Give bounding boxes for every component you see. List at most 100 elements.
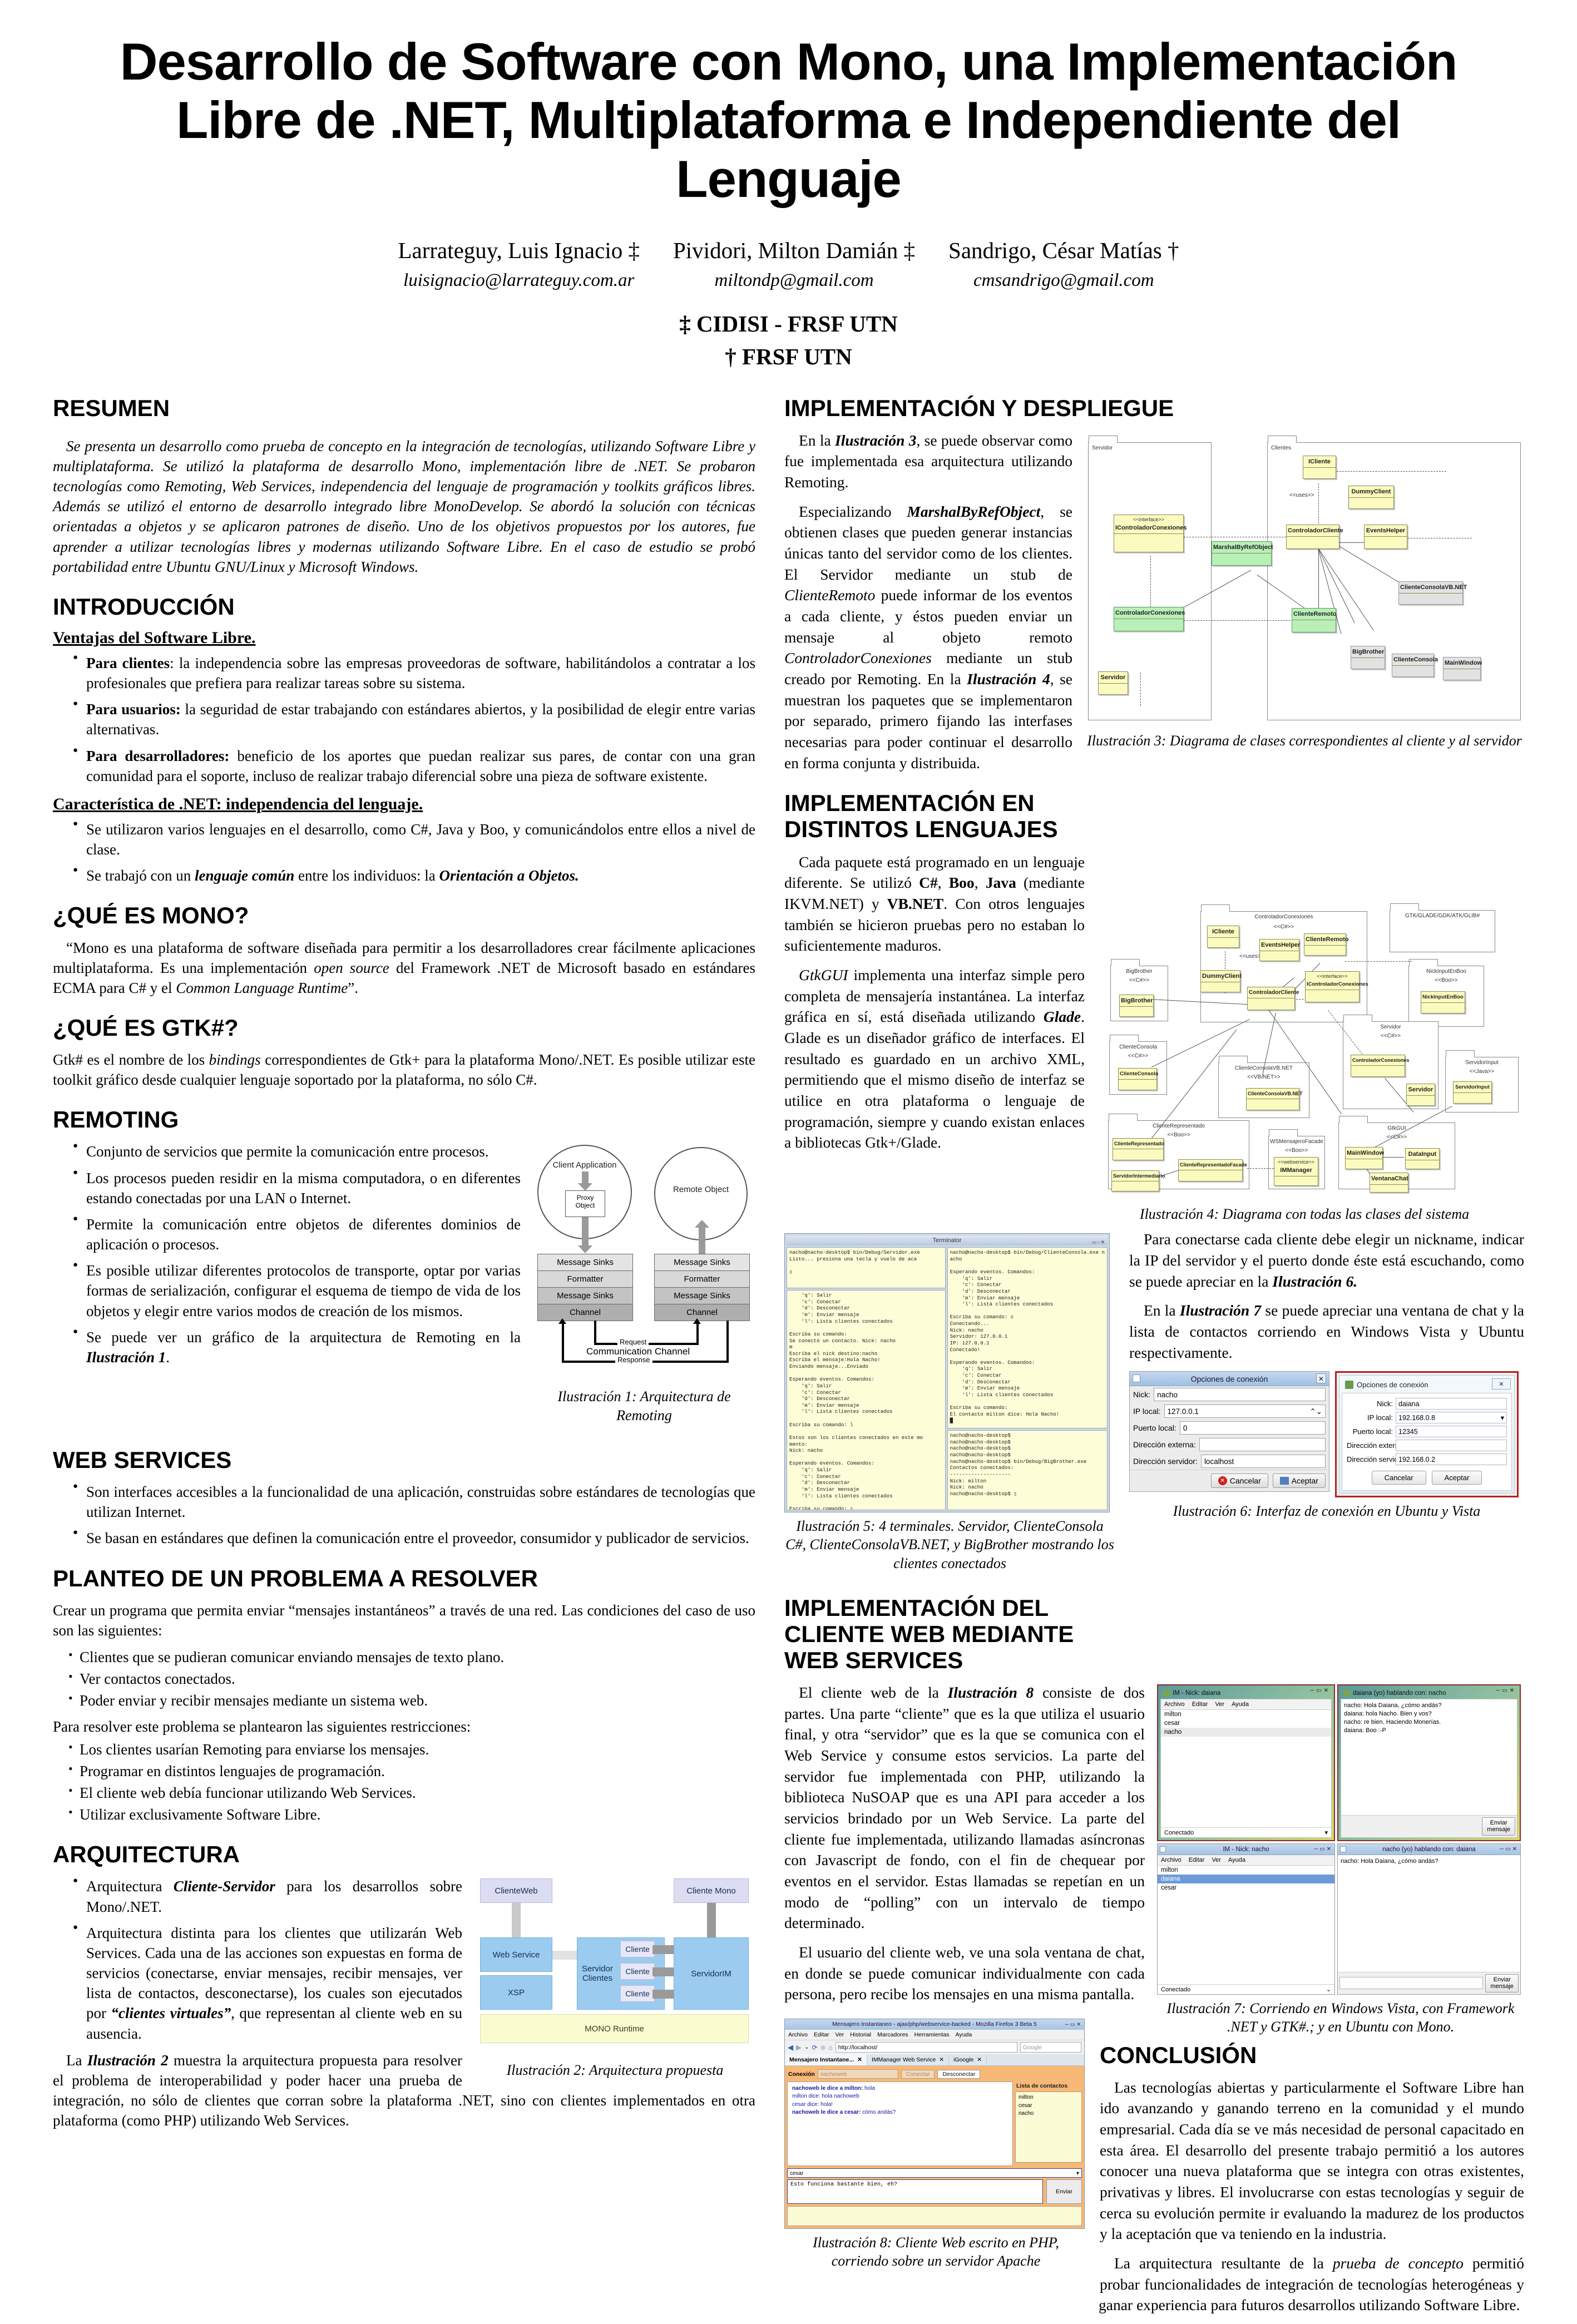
send-message-button[interactable]: Enviar mensaje <box>1485 1974 1519 1993</box>
home-icon[interactable]: ⌂ <box>829 2044 833 2051</box>
tab-immanager[interactable]: IMManager Web Service ✕ <box>867 2054 950 2066</box>
vista-connection-dialog[interactable]: Opciones de conexión ✕ Nick: daiana IP l… <box>1335 1371 1519 1498</box>
stop-icon[interactable]: ⊗ <box>820 2044 825 2051</box>
list-item[interactable]: cesar <box>1019 2102 1079 2110</box>
menu-archivo[interactable]: Archivo <box>788 2031 808 2038</box>
list-item[interactable]: nacho <box>1019 2110 1079 2118</box>
direccion-externa-input[interactable] <box>1199 1438 1326 1452</box>
menu-ver[interactable]: Ver <box>1212 1857 1221 1863</box>
direccion-externa-input[interactable] <box>1396 1440 1507 1452</box>
reload-icon[interactable]: ⟳ <box>812 2044 817 2051</box>
cancel-button[interactable]: Cancelar <box>1371 1471 1426 1485</box>
send-message-button[interactable]: Enviar mensaje <box>1482 1817 1515 1836</box>
tab-mensajero[interactable]: Mensajero Instantane... ✕ <box>785 2054 867 2066</box>
close-icon[interactable]: ✕ <box>857 2056 862 2063</box>
chevron-down-icon[interactable]: ▾ <box>1076 2169 1079 2177</box>
window-menu-icon[interactable] <box>1340 1846 1346 1853</box>
nick-input[interactable]: daiana <box>1396 1398 1507 1410</box>
contact-list[interactable]: milton daiana cesar <box>1158 1866 1334 1985</box>
search-input[interactable]: Google <box>1020 2042 1081 2053</box>
terminal-pane-bigbrother[interactable]: nacho@nacho-desktop$ nacho@nacho-desktop… <box>947 1430 1108 1511</box>
back-icon[interactable]: ◀ <box>788 2043 793 2052</box>
disconnect-button[interactable]: Desconectar <box>937 2069 981 2079</box>
accept-button[interactable]: Aceptar <box>1272 1473 1326 1489</box>
list-item[interactable]: milton <box>1161 1710 1331 1719</box>
class-stereotype: <<interface>> <box>1133 516 1164 522</box>
close-icon[interactable]: ✕ <box>1492 1378 1511 1390</box>
ubuntu-windows-row: IM - Nick: nacho ─▭✕ Archivo Editar Ver … <box>1157 1843 1524 1995</box>
menu-ayuda[interactable]: Ayuda <box>956 2031 972 2038</box>
terminal-pane-clienteconsolavb[interactable]: 'q': Salir 'c': Conectar 'd': Desconecta… <box>787 1290 946 1511</box>
ip-local-input[interactable]: 127.0.0.1 ⌃⌄ <box>1164 1405 1326 1418</box>
connect-button[interactable]: Conectar <box>901 2069 935 2079</box>
spinner-icon[interactable]: ⌃⌄ <box>1309 1405 1322 1417</box>
terminator-window: Terminator ▭▫✕ nacho@nacho-desktop$ bin/… <box>784 1233 1110 1513</box>
menu-herramientas[interactable]: Herramientas <box>914 2031 950 2038</box>
list-item-selected[interactable]: daiana <box>1158 1875 1334 1884</box>
url-input[interactable]: http://localhost/ <box>835 2042 1017 2053</box>
terminal-pane-clienteconsola[interactable]: nacho@nacho-desktop$ bin/Debug/ClienteCo… <box>947 1247 1108 1429</box>
chevron-down-icon[interactable]: ▾ <box>1324 1829 1328 1836</box>
figure-illustration-8: Mensajero Instantaneo - ajax/php/webserv… <box>784 2019 1087 2271</box>
menu-ayuda[interactable]: Ayuda <box>1228 1857 1245 1863</box>
tab-igoogle[interactable]: iGoogle ✕ <box>949 2054 987 2066</box>
close-icon[interactable]: ✕ <box>939 2056 944 2063</box>
direccion-servidor-input[interactable]: 192.168.0.2 <box>1396 1453 1507 1466</box>
nick-input[interactable]: nachoweb <box>817 2069 898 2079</box>
menu-marcadores[interactable]: Marcadores <box>877 2031 908 2038</box>
compose-textarea[interactable]: Esto funciona bastante bien, eh? <box>787 2179 1043 2204</box>
menu-historial[interactable]: Historial <box>850 2031 871 2038</box>
recipient-select[interactable]: cesar ▾ <box>787 2168 1082 2178</box>
chevron-down-icon[interactable]: ⌄ <box>1326 1986 1331 1993</box>
window-controls[interactable]: ─▭✕ <box>1065 2019 1082 2030</box>
ubuntu-chat-window[interactable]: nacho (yo) hablando con: daiana ─▭✕ nach… <box>1337 1843 1521 1995</box>
ip-local-select[interactable]: 192.168.0.8 ▾ <box>1396 1412 1507 1424</box>
menu-editar[interactable]: Editar <box>814 2031 829 2038</box>
window-controls[interactable]: ─▭✕ <box>1496 1688 1516 1694</box>
menu-archivo[interactable]: Archivo <box>1161 1857 1181 1863</box>
menu-ayuda[interactable]: Ayuda <box>1232 1701 1249 1708</box>
menu-editar[interactable]: Editar <box>1192 1701 1208 1708</box>
accept-button[interactable]: Aceptar <box>1431 1471 1482 1485</box>
direccion-servidor-input[interactable]: localhost <box>1200 1455 1326 1468</box>
list-item[interactable]: cesar <box>1158 1883 1334 1892</box>
menu-archivo[interactable]: Archivo <box>1164 1701 1185 1708</box>
menu-ver[interactable]: Ver <box>1215 1701 1224 1708</box>
puerto-local-input[interactable]: 12345 <box>1396 1426 1507 1438</box>
list-item[interactable]: cesar <box>1161 1719 1331 1728</box>
window-menu-icon[interactable] <box>1133 1374 1140 1383</box>
close-icon[interactable]: ✕ <box>1316 1373 1326 1384</box>
menu-ver[interactable]: Ver <box>835 2031 844 2038</box>
window-controls[interactable]: ─▭✕ <box>1500 1844 1519 1855</box>
author-list: Larrateguy, Luis Ignacio ‡ luisignacio@l… <box>53 237 1524 291</box>
list-item[interactable]: milton <box>1019 2094 1079 2102</box>
terminal-pane-servidor[interactable]: nacho@nacho-desktop$ bin/Debug/Servidor.… <box>787 1247 946 1289</box>
chevron-down-icon[interactable]: ▾ <box>1501 1412 1504 1423</box>
contact-list[interactable]: milton cesar nacho <box>1161 1710 1331 1828</box>
puerto-local-input[interactable]: 0 <box>1179 1421 1326 1435</box>
ubuntu-contact-window[interactable]: IM - Nick: nacho ─▭✕ Archivo Editar Ver … <box>1157 1843 1335 1995</box>
implementacion-p1: En la Ilustración 3, se puede observar c… <box>784 431 1072 491</box>
vista-contact-window[interactable]: IM - Nick: daiana ─▭✕ Archivo Editar Ver… <box>1157 1684 1335 1842</box>
message-input[interactable] <box>1339 1977 1484 1990</box>
firefox-window[interactable]: Mensajero Instantaneo - ajax/php/webserv… <box>784 2019 1085 2229</box>
send-button[interactable]: Enviar <box>1046 2179 1082 2204</box>
conclusion-block: Conclusión Las tecnologías abiertas y pa… <box>1099 2013 1524 2316</box>
list-item-selected[interactable]: nacho <box>1161 1728 1331 1737</box>
window-controls[interactable]: ─▭✕ <box>1314 1844 1333 1855</box>
chevron-down-icon[interactable]: ⌄ <box>804 2044 809 2050</box>
contacts-list[interactable]: milton cesar nacho <box>1015 2091 1082 2163</box>
forward-icon[interactable]: ▶ <box>796 2043 802 2052</box>
implementacion-p2: Especializando MarshalByRefObject, se ob… <box>784 502 1072 772</box>
list-item[interactable]: milton <box>1158 1866 1334 1875</box>
vista-chat-window[interactable]: daiana (yo) hablando con: nacho ─▭✕ nach… <box>1337 1684 1521 1842</box>
window-controls[interactable]: ▭▫✕ <box>1092 1237 1106 1247</box>
menu-editar[interactable]: Editar <box>1189 1857 1205 1863</box>
close-icon[interactable]: ✕ <box>977 2056 982 2063</box>
nick-input[interactable]: nacho <box>1154 1388 1326 1402</box>
ubuntu-connection-dialog[interactable]: Opciones de conexión ✕ Nick: nacho IP lo… <box>1129 1371 1329 1492</box>
canc[interactable]: ✕ Cancelar <box>1210 1473 1268 1489</box>
window-controls[interactable]: ─▭✕ <box>1310 1688 1331 1694</box>
column-container: Resumen Se presenta un desarrollo como p… <box>53 395 1524 2324</box>
window-menu-icon[interactable] <box>1160 1846 1166 1853</box>
